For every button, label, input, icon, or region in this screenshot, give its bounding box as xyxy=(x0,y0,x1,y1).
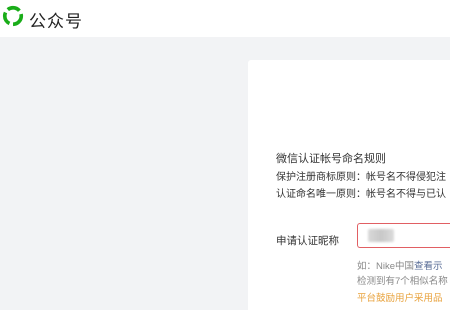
top-bar: 公众号 xyxy=(0,0,450,37)
rule-unique: 认证命名唯一原则：帐号名不得与已认 xyxy=(276,189,446,200)
naming-rules-title: 微信认证帐号命名规则 xyxy=(276,153,386,165)
rule-trademark: 保护注册商标原则：帐号名不得侵犯注 xyxy=(276,172,446,183)
similar-names-notice: 检测到有7个相似名称 xyxy=(357,276,448,287)
hint-example: 如：Nike中国 xyxy=(357,261,415,272)
encourage-notice: 平台鼓励用户采用品 xyxy=(357,293,443,304)
wechat-official-account-logo-icon[interactable] xyxy=(2,5,24,27)
nickname-hint: 如：Nike中国查看示 xyxy=(357,258,443,272)
redacted-value xyxy=(368,229,394,242)
view-example-link[interactable]: 查看示 xyxy=(414,261,443,272)
nickname-label: 申请认证昵称 xyxy=(276,235,339,247)
nickname-input[interactable] xyxy=(357,223,450,248)
brand-name[interactable]: 公众号 xyxy=(29,7,83,32)
